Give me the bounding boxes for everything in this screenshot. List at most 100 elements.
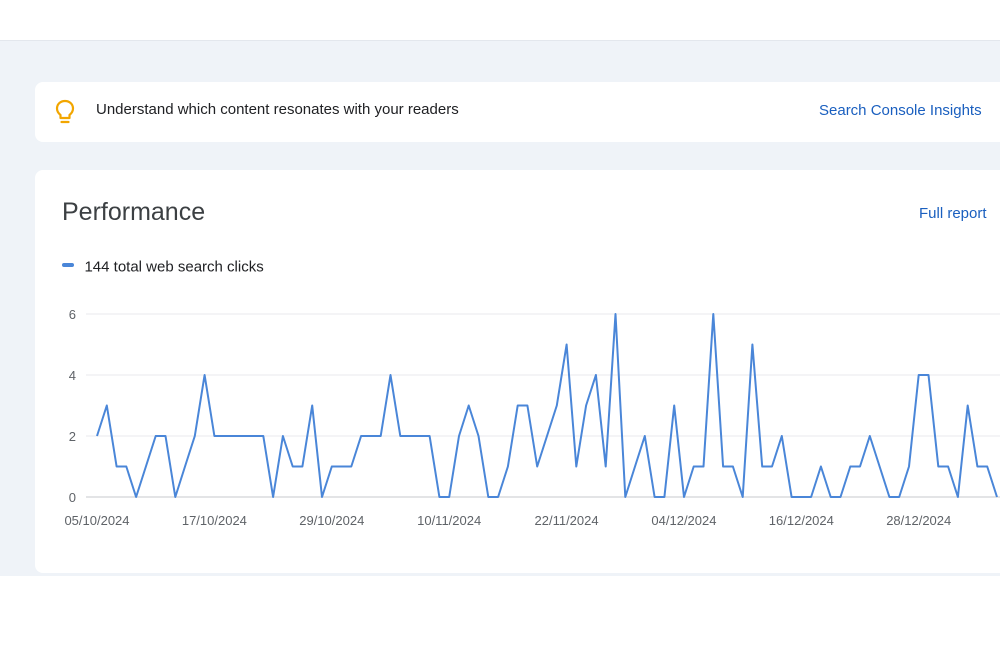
data-point[interactable]	[516, 404, 520, 408]
data-point[interactable]	[281, 434, 285, 438]
data-point[interactable]	[633, 465, 637, 469]
data-point[interactable]	[819, 465, 823, 469]
data-point[interactable]	[349, 465, 353, 469]
data-point[interactable]	[868, 434, 872, 438]
data-point[interactable]	[750, 343, 754, 347]
data-point[interactable]	[555, 404, 559, 408]
data-point[interactable]	[330, 465, 334, 469]
data-point[interactable]	[300, 465, 304, 469]
data-point[interactable]	[115, 465, 119, 469]
top-bar	[0, 0, 1000, 40]
data-point[interactable]	[261, 434, 265, 438]
data-point[interactable]	[222, 434, 226, 438]
data-point[interactable]	[310, 404, 314, 408]
data-point[interactable]	[252, 434, 256, 438]
data-point[interactable]	[134, 495, 138, 499]
data-point[interactable]	[643, 434, 647, 438]
data-point[interactable]	[398, 434, 402, 438]
data-point[interactable]	[447, 495, 451, 499]
data-point[interactable]	[936, 465, 940, 469]
data-point[interactable]	[790, 495, 794, 499]
data-point[interactable]	[574, 465, 578, 469]
data-point[interactable]	[271, 495, 275, 499]
data-point[interactable]	[692, 465, 696, 469]
performance-title: Performance	[62, 198, 206, 226]
clicks-series-line[interactable]	[96, 313, 998, 498]
data-point[interactable]	[829, 495, 833, 499]
full-report-link[interactable]: Full report	[919, 205, 987, 222]
data-point[interactable]	[164, 434, 168, 438]
data-point[interactable]	[340, 465, 344, 469]
data-point[interactable]	[995, 495, 999, 499]
data-point[interactable]	[897, 495, 901, 499]
data-point[interactable]	[770, 465, 774, 469]
data-point[interactable]	[144, 465, 148, 469]
data-point[interactable]	[193, 434, 197, 438]
data-point[interactable]	[173, 495, 177, 499]
data-point[interactable]	[291, 465, 295, 469]
search-console-insights-link[interactable]: Search Console Insights	[819, 102, 982, 119]
data-point[interactable]	[486, 495, 490, 499]
data-point[interactable]	[858, 465, 862, 469]
data-point[interactable]	[212, 434, 216, 438]
data-point[interactable]	[672, 404, 676, 408]
data-point[interactable]	[682, 495, 686, 499]
data-point[interactable]	[966, 404, 970, 408]
data-point[interactable]	[956, 495, 960, 499]
data-point[interactable]	[95, 434, 99, 438]
data-point[interactable]	[496, 495, 500, 499]
data-point[interactable]	[545, 434, 549, 438]
data-point[interactable]	[535, 465, 539, 469]
data-point[interactable]	[477, 434, 481, 438]
data-point[interactable]	[232, 434, 236, 438]
data-point[interactable]	[731, 465, 735, 469]
data-point[interactable]	[711, 312, 715, 316]
data-point[interactable]	[741, 495, 745, 499]
data-point[interactable]	[584, 404, 588, 408]
data-point[interactable]	[975, 465, 979, 469]
data-point[interactable]	[203, 373, 207, 377]
data-point[interactable]	[457, 434, 461, 438]
data-point[interactable]	[799, 495, 803, 499]
data-point[interactable]	[623, 495, 627, 499]
data-point[interactable]	[594, 373, 598, 377]
header-divider	[0, 40, 1000, 55]
data-point[interactable]	[985, 465, 989, 469]
data-point[interactable]	[369, 434, 373, 438]
data-point[interactable]	[907, 465, 911, 469]
data-point[interactable]	[379, 434, 383, 438]
data-point[interactable]	[154, 434, 158, 438]
data-point[interactable]	[760, 465, 764, 469]
data-point[interactable]	[124, 465, 128, 469]
data-point[interactable]	[467, 404, 471, 408]
data-point[interactable]	[614, 312, 618, 316]
data-point[interactable]	[887, 495, 891, 499]
data-point[interactable]	[408, 434, 412, 438]
data-point[interactable]	[946, 465, 950, 469]
data-point[interactable]	[320, 495, 324, 499]
data-point[interactable]	[242, 434, 246, 438]
data-point[interactable]	[389, 373, 393, 377]
data-point[interactable]	[809, 495, 813, 499]
data-point[interactable]	[721, 465, 725, 469]
data-point[interactable]	[418, 434, 422, 438]
data-point[interactable]	[565, 343, 569, 347]
data-point[interactable]	[839, 495, 843, 499]
data-point[interactable]	[437, 495, 441, 499]
data-point[interactable]	[506, 465, 510, 469]
data-point[interactable]	[848, 465, 852, 469]
data-point[interactable]	[428, 434, 432, 438]
data-point[interactable]	[604, 465, 608, 469]
data-point[interactable]	[525, 404, 529, 408]
data-point[interactable]	[662, 495, 666, 499]
data-point[interactable]	[359, 434, 363, 438]
data-point[interactable]	[927, 373, 931, 377]
data-point[interactable]	[917, 373, 921, 377]
chart-legend[interactable]: 144 total web search clicks	[62, 258, 264, 278]
data-point[interactable]	[183, 465, 187, 469]
data-point[interactable]	[702, 465, 706, 469]
data-point[interactable]	[878, 465, 882, 469]
data-point[interactable]	[105, 404, 109, 408]
data-point[interactable]	[780, 434, 784, 438]
data-point[interactable]	[653, 495, 657, 499]
